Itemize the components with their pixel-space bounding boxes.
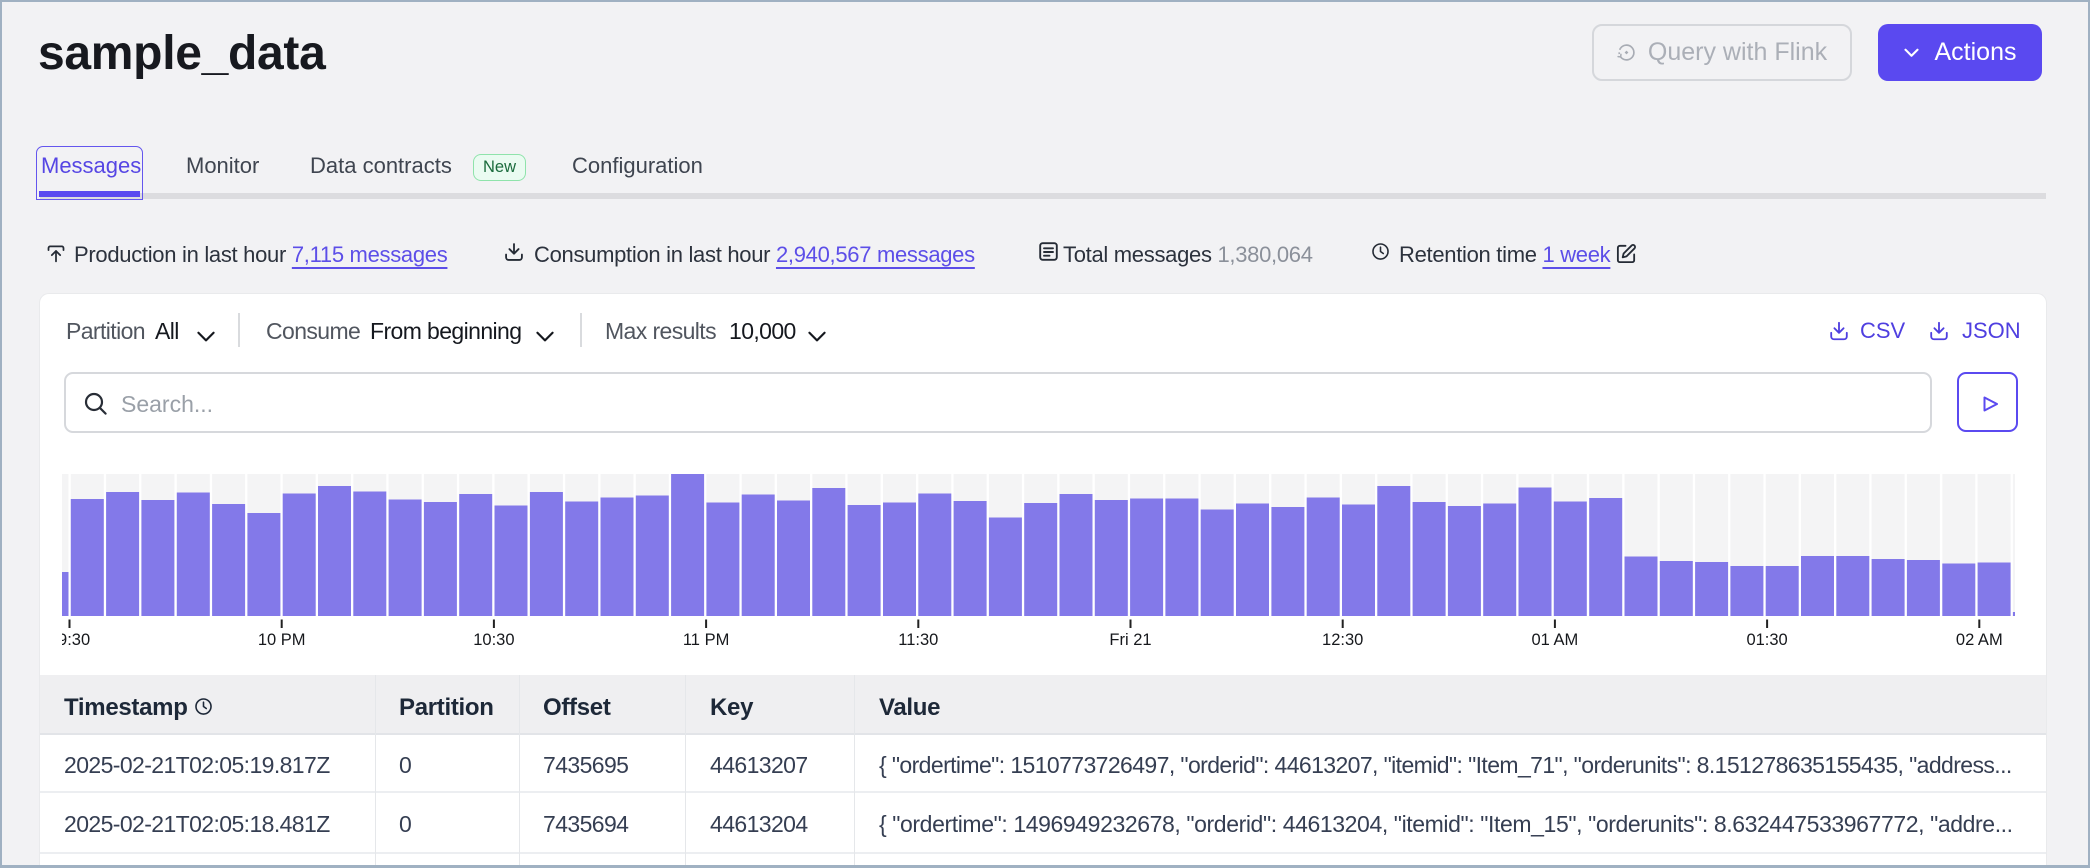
svg-text:11 PM: 11 PM: [683, 631, 729, 649]
svg-text:09:30: 09:30: [62, 631, 90, 649]
svg-text:10 PM: 10 PM: [258, 631, 306, 649]
svg-text:Fri 21: Fri 21: [1109, 631, 1151, 649]
svg-text:01 AM: 01 AM: [1532, 631, 1579, 649]
svg-text:12:30: 12:30: [1322, 631, 1363, 649]
svg-text:11:30: 11:30: [898, 631, 938, 649]
svg-text:01:30: 01:30: [1746, 631, 1787, 649]
svg-text:10:30: 10:30: [473, 631, 514, 649]
svg-text:02 AM: 02 AM: [1956, 631, 2003, 649]
